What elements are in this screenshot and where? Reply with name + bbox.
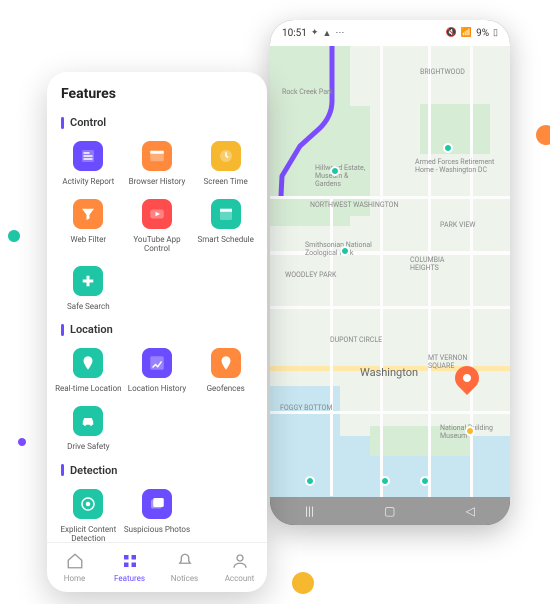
map-label-airforce: Armed Forces Retirement Home - Washingto… (415, 158, 495, 174)
feature-item-drive-safety[interactable]: Drive Safety (55, 404, 122, 456)
map-label-columbia: COLUMBIA HEIGHTS (410, 256, 465, 272)
report-icon (73, 141, 103, 171)
decor-dot-orange (536, 125, 550, 145)
section-title-location: Location (61, 323, 253, 336)
nav-home-icon[interactable]: ▢ (384, 504, 395, 518)
map-label-woodley: WOODLEY PARK (285, 271, 336, 279)
feature-label: Activity Report (62, 177, 114, 187)
map-poi-icon (305, 476, 315, 486)
feature-item-web-filter[interactable]: Web Filter (55, 197, 122, 258)
feature-item-activity-report[interactable]: Activity Report (55, 139, 122, 191)
status-icon-more: ⋯ (335, 28, 344, 38)
decor-dot-teal (8, 230, 20, 242)
map-label-rockcreek: Rock Creek Park (282, 88, 333, 96)
feature-label: Suspicious Photos (124, 525, 190, 535)
feature-item-browser-history[interactable]: Browser History (124, 139, 191, 191)
feature-label: Browser History (129, 177, 186, 187)
feature-label: Geofences (207, 384, 245, 394)
feature-label: Explicit Content Detection (55, 525, 122, 542)
tab-features[interactable]: Features (102, 543, 157, 592)
status-time: 10:51 (282, 28, 307, 39)
map-label-city: Washington (360, 366, 418, 379)
page-title: Features (47, 72, 267, 108)
clock-icon (211, 141, 241, 171)
map-poi-icon (443, 143, 453, 153)
bell-icon (176, 552, 194, 572)
tab-account[interactable]: Account (212, 543, 267, 592)
status-icon-key: ✦ (311, 28, 319, 38)
feature-item-geofences[interactable]: Geofences (192, 346, 259, 398)
feature-item-suspicious[interactable]: Suspicious Photos (124, 487, 191, 542)
feature-grid: Real-time Location Location History Geofen… (55, 346, 259, 455)
tab-notices[interactable]: Notices (157, 543, 212, 592)
tab-label: Home (64, 574, 86, 583)
target-icon (73, 489, 103, 519)
status-bar: 10:51 ✦ ▲ ⋯ 🔇 📶 9% ▯ (270, 20, 510, 46)
phone-features-frame: Features Control Activity Report Browser H… (47, 72, 267, 592)
user-icon (231, 552, 249, 572)
play-icon (142, 199, 172, 229)
status-icon-signal: 📶 (461, 28, 472, 38)
map-poi-icon (330, 166, 340, 176)
tab-label: Account (225, 574, 255, 583)
feature-item-explicit[interactable]: Explicit Content Detection (55, 487, 122, 542)
feature-label: Smart Schedule (197, 235, 253, 245)
decor-dot-yellow (292, 572, 314, 594)
map-destination-pin-icon[interactable] (455, 366, 479, 390)
phone-map-frame: 10:51 ✦ ▲ ⋯ 🔇 📶 9% ▯ BRIGHTWOOD (270, 20, 510, 525)
tab-label: Features (114, 574, 145, 583)
nav-recents-icon[interactable]: ||| (305, 504, 314, 518)
android-nav-bar: ||| ▢ ◁ (270, 497, 510, 525)
map-label-dupont: DUPONT CIRCLE (330, 336, 382, 344)
feature-item-smart-schedule[interactable]: Smart Schedule (192, 197, 259, 258)
feature-label: Web Filter (71, 235, 107, 245)
photos-icon (142, 489, 172, 519)
feature-item-loc-history[interactable]: Location History (124, 346, 191, 398)
feature-label: YouTube App Control (124, 235, 191, 254)
tab-label: Notices (171, 574, 198, 583)
feature-label: Screen Time (204, 177, 248, 187)
status-icon-mute: 🔇 (446, 28, 457, 38)
status-battery-text: 9% (476, 28, 489, 39)
feature-grid: Explicit Content DetectionSuspicious Pho… (55, 487, 259, 542)
feature-label: Safe Search (67, 302, 110, 312)
decor-dot-purple (18, 438, 26, 446)
feature-item-realtime-loc[interactable]: Real-time Location (55, 346, 122, 398)
home-icon (66, 552, 84, 572)
section-title-control: Control (61, 116, 253, 129)
map-poi-icon (420, 476, 430, 486)
feature-label: Drive Safety (67, 442, 109, 452)
map-label-foggy: FOGGY BOTTOM (280, 404, 333, 412)
battery-icon: ▯ (493, 28, 498, 38)
geofence-icon (211, 348, 241, 378)
section-title-detection: Detection (61, 464, 253, 477)
feature-label: Real-time Location (55, 384, 121, 394)
feature-item-youtube[interactable]: YouTube App Control (124, 197, 191, 258)
map-area[interactable]: BRIGHTWOOD Rock Creek Park Hillwood Esta… (270, 46, 510, 497)
map-poi-icon (340, 246, 350, 256)
feature-grid: Activity Report Browser History Screen Tim… (55, 139, 259, 315)
feature-item-screen-time[interactable]: Screen Time (192, 139, 259, 191)
map-poi-icon (465, 426, 475, 436)
map-poi-icon (380, 476, 390, 486)
tab-home[interactable]: Home (47, 543, 102, 592)
calendar-icon (211, 199, 241, 229)
features-scroll[interactable]: Control Activity Report Browser History Scr… (47, 108, 267, 542)
tab-bar: Home Features Notices Account (47, 542, 267, 592)
feature-label: Location History (128, 384, 186, 394)
map-label-hillwood: Hillwood Estate, Museum & Gardens (315, 164, 375, 188)
maproute-icon (142, 348, 172, 378)
map-label-parkview: PARK VIEW (440, 221, 476, 229)
plus-icon (73, 266, 103, 296)
filter-icon (73, 199, 103, 229)
pin-icon (73, 348, 103, 378)
feature-item-safe-search[interactable]: Safe Search (55, 264, 122, 316)
status-icon-person: ▲ (322, 28, 331, 39)
browser-icon (142, 141, 172, 171)
map-label-brightwood: BRIGHTWOOD (420, 68, 465, 76)
grid-icon (121, 552, 139, 572)
nav-back-icon[interactable]: ◁ (466, 504, 475, 518)
car-icon (73, 406, 103, 436)
map-label-northwest: NORTHWEST WASHINGTON (310, 201, 398, 209)
